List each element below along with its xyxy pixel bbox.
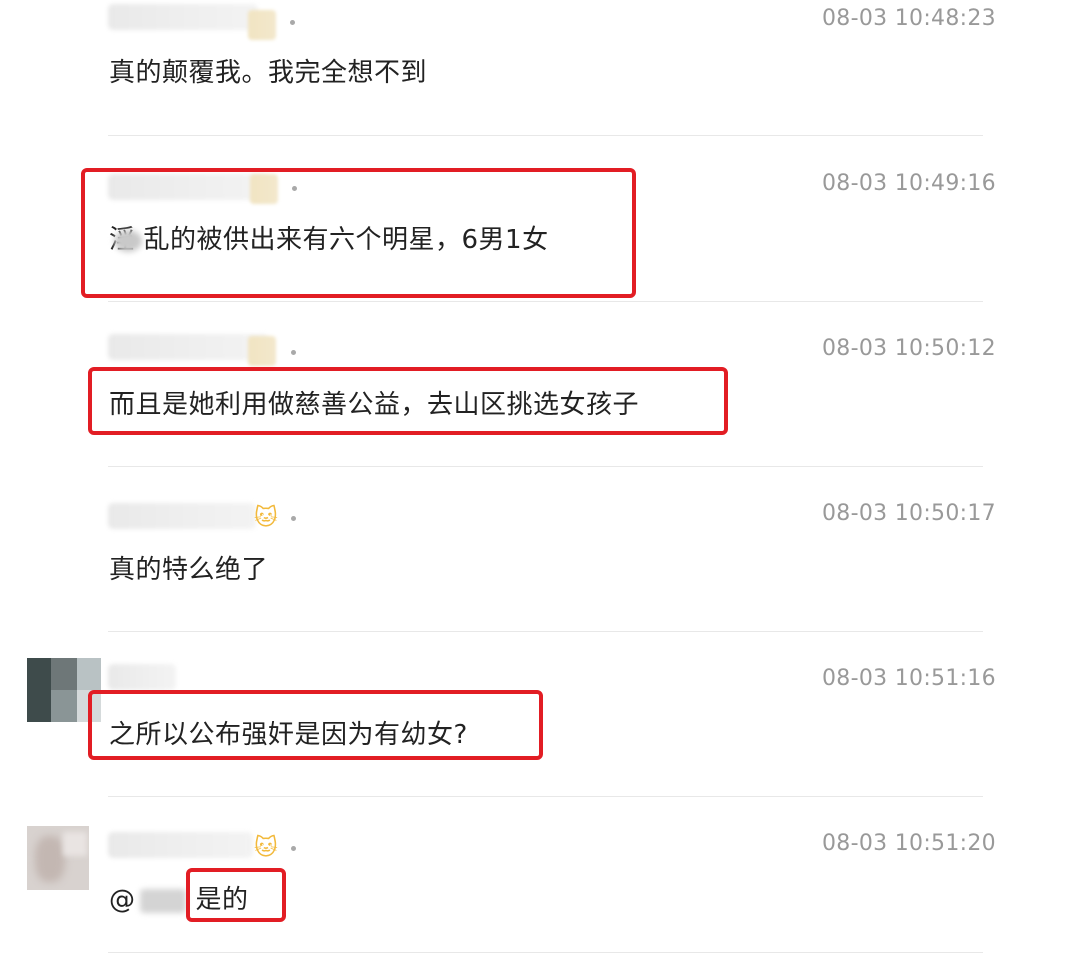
mention-symbol[interactable]: @ (109, 885, 136, 915)
red-highlight-box (88, 690, 543, 760)
red-highlight-box (88, 367, 728, 435)
username-dot (291, 350, 296, 355)
username-dot (290, 20, 295, 25)
username-emoji-blurred (248, 336, 276, 366)
comment-timestamp: 08-03 10:51:16 (822, 666, 996, 691)
username-dot (291, 846, 296, 851)
comment-divider (108, 631, 983, 632)
comment-timestamp: 08-03 10:51:20 (822, 831, 996, 856)
cat-face-emoji-icon: 🐱 (254, 505, 278, 531)
username-blurred (108, 503, 256, 529)
comment-timestamp: 08-03 10:50:17 (822, 501, 996, 526)
cat-face-emoji-icon: 🐱 (254, 835, 278, 861)
username-dot (291, 516, 296, 521)
comment-timestamp: 08-03 10:48:23 (822, 6, 996, 31)
red-highlight-box (186, 868, 286, 922)
comment-timestamp: 08-03 10:50:12 (822, 336, 996, 361)
username-blurred (108, 664, 176, 690)
avatar[interactable] (27, 826, 89, 890)
comment-timestamp: 08-03 10:49:16 (822, 171, 996, 196)
comment-divider (108, 466, 983, 467)
comment-divider (108, 301, 983, 302)
comment-text: 真的颠覆我。我完全想不到 (109, 58, 428, 88)
red-highlight-box (81, 168, 636, 298)
comment-text: 真的特么绝了 (109, 555, 269, 585)
username-blurred (108, 4, 258, 30)
username-blurred (108, 832, 253, 858)
comment-divider (108, 135, 983, 136)
username-blurred (108, 334, 268, 360)
comment-divider (108, 796, 983, 797)
username-emoji-blurred (248, 10, 276, 40)
comment-divider (108, 952, 983, 953)
mention-username-blurred[interactable] (139, 888, 186, 913)
